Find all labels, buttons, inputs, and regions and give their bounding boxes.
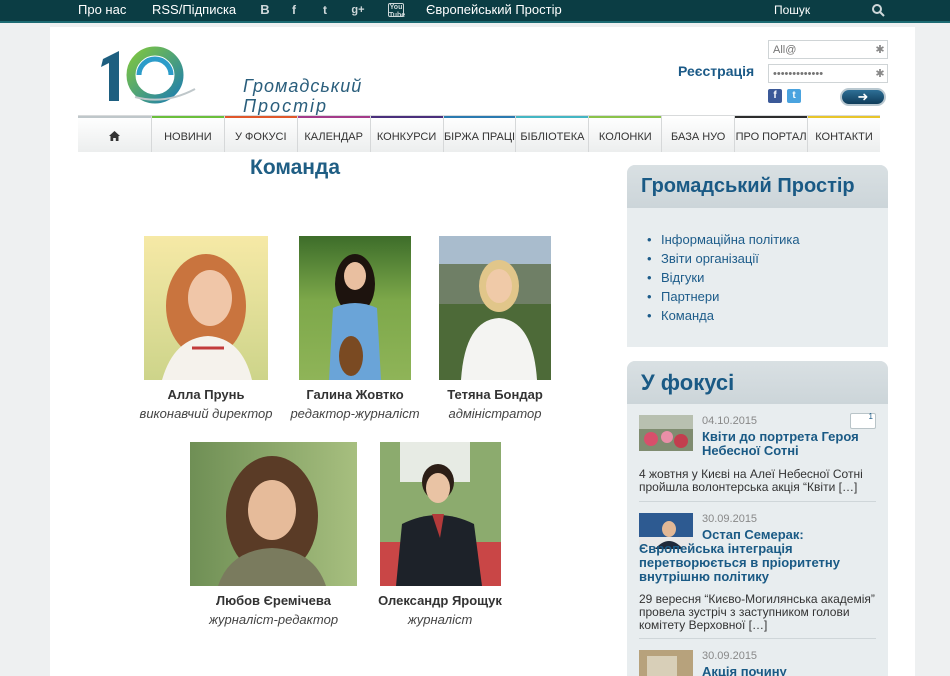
search-icon[interactable] xyxy=(871,3,885,17)
member-photo[interactable] xyxy=(144,236,268,380)
nav-news[interactable]: НОВИНИ xyxy=(151,116,225,152)
news-thumbnail[interactable] xyxy=(639,650,693,676)
page-title: Команда xyxy=(250,156,340,179)
portal-links: Інформаційна політика Звіти організації … xyxy=(627,208,888,325)
comment-count: 1 xyxy=(868,412,873,421)
register-link[interactable]: Реєстрація xyxy=(678,63,754,79)
home-icon xyxy=(108,131,120,141)
portal-box: Громадський Простір Інформаційна політик… xyxy=(627,165,888,347)
member-photo[interactable] xyxy=(379,442,501,586)
main-nav: НОВИНИ У ФОКУСІ КАЛЕНДАР КОНКУРСИ БІРЖА … xyxy=(78,115,880,152)
login-submit-button[interactable]: ➜ xyxy=(840,88,886,106)
news-thumbnail[interactable] xyxy=(639,415,693,451)
news-title[interactable]: Квіти до портрета Героя Небесної Сотні xyxy=(702,430,876,458)
logo-text-line2: Простір xyxy=(243,96,329,116)
google-plus-icon[interactable]: g+ xyxy=(350,2,366,18)
nav-calendar[interactable]: КАЛЕНДАР xyxy=(297,116,371,152)
portal-link-reports[interactable]: Звіти організації xyxy=(647,249,888,268)
member-role: редактор-журналіст xyxy=(290,406,420,421)
blogger-icon[interactable]: B xyxy=(257,2,273,18)
nav-focus[interactable]: У ФОКУСІ xyxy=(224,116,298,152)
nav-contests[interactable]: КОНКУРСИ xyxy=(370,116,444,152)
team-member: Галина Жовтко редактор-журналіст xyxy=(285,236,425,421)
youtube-icon[interactable]: You Tube xyxy=(388,3,405,19)
news-item: 04.10.2015 1 Квіти до портрета Героя Неб… xyxy=(639,412,876,505)
nav-about-portal[interactable]: ПРО ПОРТАЛ xyxy=(735,116,809,152)
member-name: Алла Прунь xyxy=(167,387,245,402)
logo-emblem xyxy=(101,46,196,104)
euro-space-link[interactable]: Європейський Простір xyxy=(426,1,562,19)
portal-link-team[interactable]: Команда xyxy=(647,306,888,325)
focus-box-title: У фокусі xyxy=(627,361,888,404)
nav-library[interactable]: БІБЛІОТЕКА xyxy=(516,116,590,152)
member-name: Галина Жовтко xyxy=(306,387,404,402)
news-date: 30.09.2015 xyxy=(702,513,758,525)
nav-contacts[interactable]: КОНТАКТИ xyxy=(808,116,880,152)
search-label[interactable]: Пошук xyxy=(774,1,810,19)
member-photo[interactable] xyxy=(299,236,411,380)
nav-columns[interactable]: КОЛОНКИ xyxy=(589,116,663,152)
comment-count-icon[interactable]: 1 xyxy=(850,412,876,429)
news-title[interactable]: Остап Семерак: Європейська інтеграція пе… xyxy=(639,528,876,584)
password-input[interactable] xyxy=(768,64,888,83)
nav-job-market[interactable]: БІРЖА ПРАЦІ xyxy=(443,116,517,152)
login-input[interactable] xyxy=(768,40,888,59)
member-photo[interactable] xyxy=(439,236,551,380)
team-member: Алла Прунь виконавчий директор xyxy=(136,236,276,421)
password-field-icon: ✱ xyxy=(875,68,885,80)
member-role: виконавчий директор xyxy=(139,406,273,421)
facebook-icon[interactable]: f xyxy=(286,2,302,18)
portal-link-partners[interactable]: Партнери xyxy=(647,287,888,306)
news-date: 04.10.2015 xyxy=(702,415,758,427)
team-member: Олександр Ярощук журналіст xyxy=(370,442,510,627)
member-role: адміністратор xyxy=(448,406,542,421)
news-item: 30.09.2015 Акція почину xyxy=(639,650,876,676)
member-name: Любов Єремічева xyxy=(216,593,331,608)
news-date: 30.09.2015 xyxy=(702,650,758,662)
team-member: Любов Єремічева журналіст-редактор xyxy=(190,442,357,627)
news-excerpt: 29 вересня “Києво-Могилянська академія” … xyxy=(639,592,875,632)
member-name: Тетяна Бондар xyxy=(447,387,543,402)
member-role: журналіст-редактор xyxy=(208,612,339,627)
news-title[interactable]: Акція почину xyxy=(702,665,876,676)
facebook-login-icon[interactable]: f xyxy=(768,89,782,103)
portal-box-title: Громадський Простір xyxy=(627,165,888,208)
logo-text-line1: Громадський xyxy=(243,76,363,96)
news-excerpt: 4 жовтня у Києві на Алеї Небесної Сотні … xyxy=(639,467,863,494)
member-role: журналіст xyxy=(407,612,473,627)
top-bar: Про нас RSS/Підписка B f t g+ You Tube Є… xyxy=(0,0,950,23)
rss-link[interactable]: RSS/Підписка xyxy=(152,1,236,19)
about-link[interactable]: Про нас xyxy=(78,1,126,19)
member-photo[interactable] xyxy=(190,442,357,586)
nav-ngo-base[interactable]: БАЗА НУО xyxy=(662,116,736,152)
member-name: Олександр Ярощук xyxy=(378,593,502,608)
portal-link-feedback[interactable]: Відгуки xyxy=(647,268,888,287)
portal-link-info-policy[interactable]: Інформаційна політика xyxy=(647,230,888,249)
login-field-icon: ✱ xyxy=(875,44,885,56)
news-item: 30.09.2015 Остап Семерак: Європейська ін… xyxy=(639,513,876,643)
news-divider xyxy=(639,501,876,502)
twitter-icon[interactable]: t xyxy=(317,2,333,18)
nav-home[interactable] xyxy=(78,116,152,152)
team-member: Тетяна Бондар адміністратор xyxy=(425,236,565,421)
site-logo[interactable]: Громадський Простір xyxy=(95,45,361,116)
twitter-login-icon[interactable]: t xyxy=(787,89,801,103)
news-divider xyxy=(639,638,876,639)
